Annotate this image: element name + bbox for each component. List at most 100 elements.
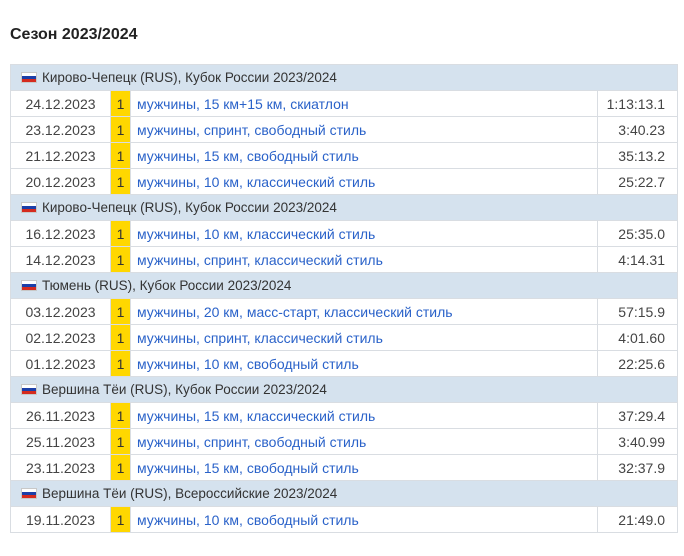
- group-header: Тюмень (RUS), Кубок России 2023/2024: [10, 272, 678, 299]
- result-time: 57:15.9: [596, 298, 679, 325]
- result-event-cell: мужчины, 10 км, свободный стиль: [130, 506, 598, 533]
- result-place-badge: 1: [110, 168, 131, 195]
- group-header: Вершина Тёи (RUS), Всероссийские 2023/20…: [10, 480, 678, 507]
- result-event-cell: мужчины, 15 км+15 км, скиатлон: [130, 90, 598, 117]
- competition-title: Кирово-Чепецк (RUS), Кубок России 2023/2…: [42, 199, 337, 215]
- result-place-badge: 1: [110, 90, 131, 117]
- result-event-cell: мужчины, спринт, классический стиль: [130, 324, 598, 351]
- group-header-row: Вершина Тёи (RUS), Всероссийские 2023/20…: [10, 480, 678, 507]
- result-time: 22:25.6: [596, 350, 679, 377]
- group-header-row: Тюмень (RUS), Кубок России 2023/2024: [10, 272, 678, 299]
- result-date: 23.12.2023: [10, 116, 111, 143]
- result-time: 25:22.7: [596, 168, 679, 195]
- result-date: 26.11.2023: [10, 402, 111, 429]
- result-place-badge: 1: [110, 506, 131, 533]
- result-date: 02.12.2023: [10, 324, 111, 351]
- group-header-row: Вершина Тёи (RUS), Кубок России 2023/202…: [10, 376, 678, 403]
- competition-title: Вершина Тёи (RUS), Кубок России 2023/202…: [42, 381, 327, 397]
- group-header: Кирово-Чепецк (RUS), Кубок России 2023/2…: [10, 64, 678, 91]
- result-date: 01.12.2023: [10, 350, 111, 377]
- event-link[interactable]: мужчины, 15 км, классический стиль: [137, 408, 375, 424]
- result-time: 32:37.9: [596, 454, 679, 481]
- result-time: 21:49.0: [596, 506, 679, 533]
- russia-flag-icon: [21, 71, 37, 83]
- result-date: 20.12.2023: [10, 168, 111, 195]
- result-row: 23.12.2023 1 мужчины, спринт, свободный ст…: [10, 116, 679, 143]
- result-place-badge: 1: [110, 142, 131, 169]
- result-row: 26.11.2023 1 мужчины, 15 км, классический …: [10, 402, 679, 429]
- result-event-cell: мужчины, спринт, классический стиль: [130, 246, 598, 273]
- event-link[interactable]: мужчины, 10 км, классический стиль: [137, 174, 375, 190]
- result-row: 16.12.2023 1 мужчины, 10 км, классический …: [10, 220, 679, 247]
- result-time: 1:13:13.1: [596, 90, 679, 117]
- event-link[interactable]: мужчины, спринт, свободный стиль: [137, 434, 366, 450]
- result-date: 25.11.2023: [10, 428, 111, 455]
- russia-flag-icon: [21, 201, 37, 213]
- event-link[interactable]: мужчины, 15 км+15 км, скиатлон: [137, 96, 349, 112]
- result-place-badge: 1: [110, 454, 131, 481]
- result-time: 4:14.31: [596, 246, 679, 273]
- result-event-cell: мужчины, 10 км, свободный стиль: [130, 350, 598, 377]
- result-row: 03.12.2023 1 мужчины, 20 км, масс-старт, к…: [10, 298, 679, 325]
- result-place-badge: 1: [110, 220, 131, 247]
- event-link[interactable]: мужчины, спринт, классический стиль: [137, 252, 383, 268]
- result-place-badge: 1: [110, 246, 131, 273]
- russia-flag-icon: [21, 383, 37, 395]
- result-date: 23.11.2023: [10, 454, 111, 481]
- result-time: 37:29.4: [596, 402, 679, 429]
- result-event-cell: мужчины, спринт, свободный стиль: [130, 428, 598, 455]
- result-row: 01.12.2023 1 мужчины, 10 км, свободный сти…: [10, 350, 679, 377]
- event-link[interactable]: мужчины, 20 км, масс-старт, классический…: [137, 304, 453, 320]
- result-place-badge: 1: [110, 402, 131, 429]
- result-row: 14.12.2023 1 мужчины, спринт, классический…: [10, 246, 679, 273]
- result-time: 35:13.2: [596, 142, 679, 169]
- russia-flag-icon: [21, 487, 37, 499]
- season-title: Сезон 2023/2024: [10, 26, 138, 43]
- result-date: 14.12.2023: [10, 246, 111, 273]
- group-header-row: Кирово-Чепецк (RUS), Кубок России 2023/2…: [10, 194, 678, 221]
- competition-title: Вершина Тёи (RUS), Всероссийские 2023/20…: [42, 485, 338, 501]
- result-event-cell: мужчины, 15 км, свободный стиль: [130, 142, 598, 169]
- result-row: 24.12.2023 1 мужчины, 15 км+15 км, скиатло…: [10, 90, 679, 117]
- event-link[interactable]: мужчины, спринт, классический стиль: [137, 330, 383, 346]
- result-place-badge: 1: [110, 350, 131, 377]
- result-row: 02.12.2023 1 мужчины, спринт, классический…: [10, 324, 679, 351]
- result-event-cell: мужчины, 15 км, классический стиль: [130, 402, 598, 429]
- result-event-cell: мужчины, 10 км, классический стиль: [130, 168, 598, 195]
- result-place-badge: 1: [110, 324, 131, 351]
- event-link[interactable]: мужчины, 10 км, свободный стиль: [137, 512, 359, 528]
- result-date: 16.12.2023: [10, 220, 111, 247]
- group-header-row: Кирово-Чепецк (RUS), Кубок России 2023/2…: [10, 64, 678, 91]
- result-event-cell: мужчины, 20 км, масс-старт, классический…: [130, 298, 598, 325]
- result-date: 19.11.2023: [10, 506, 111, 533]
- competition-title: Тюмень (RUS), Кубок России 2023/2024: [42, 277, 292, 293]
- event-link[interactable]: мужчины, спринт, свободный стиль: [137, 122, 366, 138]
- result-time: 3:40.99: [596, 428, 679, 455]
- result-date: 24.12.2023: [10, 90, 111, 117]
- result-row: 19.11.2023 1 мужчины, 10 км, свободный сти…: [10, 506, 679, 533]
- result-event-cell: мужчины, спринт, свободный стиль: [130, 116, 598, 143]
- result-row: 20.12.2023 1 мужчины, 10 км, классический …: [10, 168, 679, 195]
- result-place-badge: 1: [110, 428, 131, 455]
- result-row: 23.11.2023 1 мужчины, 15 км, свободный сти…: [10, 454, 679, 481]
- group-header: Вершина Тёи (RUS), Кубок России 2023/202…: [10, 376, 678, 403]
- result-event-cell: мужчины, 15 км, свободный стиль: [130, 454, 598, 481]
- group-header: Кирово-Чепецк (RUS), Кубок России 2023/2…: [10, 194, 678, 221]
- event-link[interactable]: мужчины, 15 км, свободный стиль: [137, 148, 359, 164]
- result-time: 25:35.0: [596, 220, 679, 247]
- result-row: 25.11.2023 1 мужчины, спринт, свободный ст…: [10, 428, 679, 455]
- result-place-badge: 1: [110, 298, 131, 325]
- result-date: 21.12.2023: [10, 142, 111, 169]
- competition-title: Кирово-Чепецк (RUS), Кубок России 2023/2…: [42, 69, 337, 85]
- russia-flag-icon: [21, 279, 37, 291]
- result-row: 21.12.2023 1 мужчины, 15 км, свободный сти…: [10, 142, 679, 169]
- event-link[interactable]: мужчины, 10 км, свободный стиль: [137, 356, 359, 372]
- result-place-badge: 1: [110, 116, 131, 143]
- result-time: 3:40.23: [596, 116, 679, 143]
- results-table: Кирово-Чепецк (RUS), Кубок России 2023/2…: [10, 64, 679, 533]
- event-link[interactable]: мужчины, 10 км, классический стиль: [137, 226, 375, 242]
- result-time: 4:01.60: [596, 324, 679, 351]
- results-body: Кирово-Чепецк (RUS), Кубок России 2023/2…: [10, 64, 679, 533]
- event-link[interactable]: мужчины, 15 км, свободный стиль: [137, 460, 359, 476]
- result-event-cell: мужчины, 10 км, классический стиль: [130, 220, 598, 247]
